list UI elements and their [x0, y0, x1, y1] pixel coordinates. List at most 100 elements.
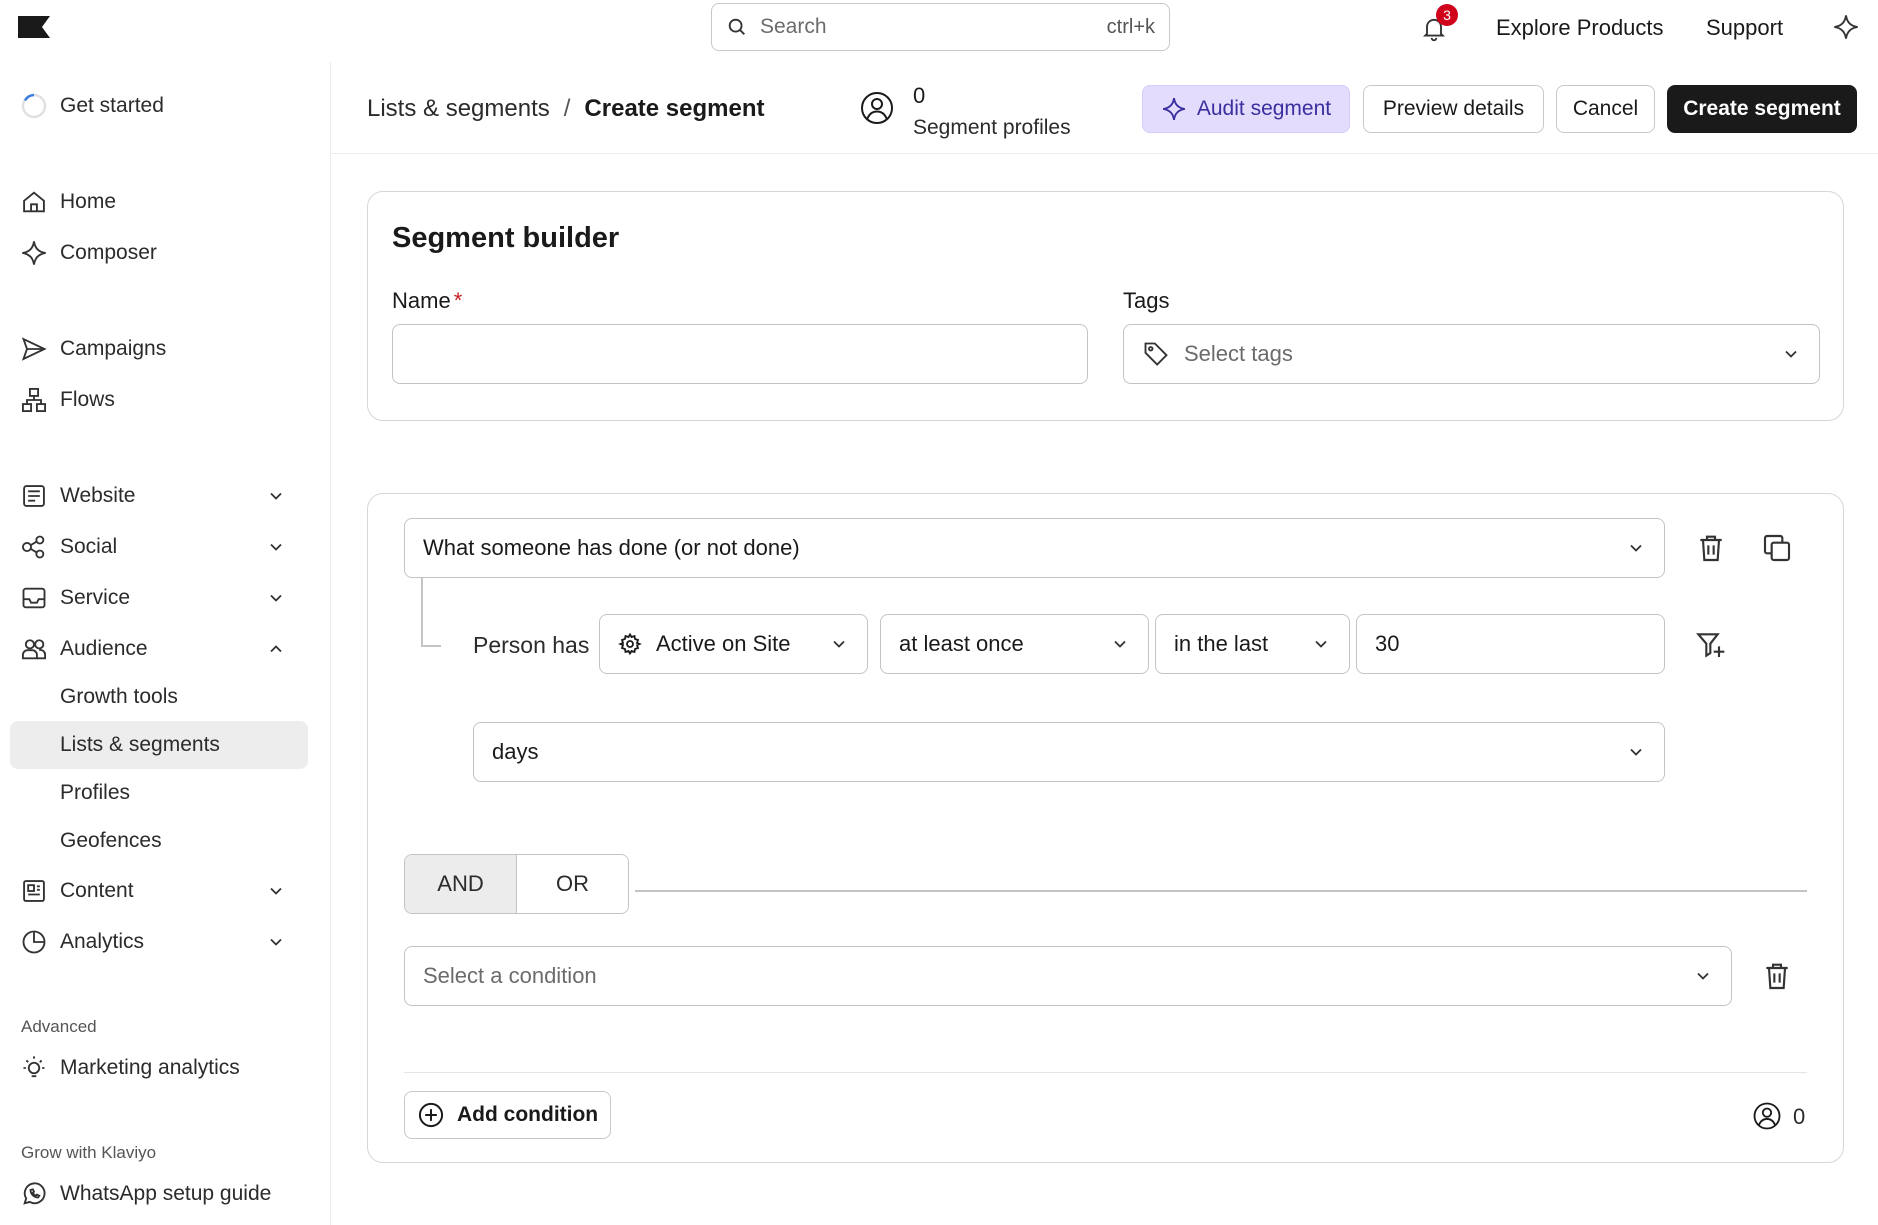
amount-value[interactable]: 30	[1375, 631, 1399, 657]
sidebar-item-marketing-analytics[interactable]: Marketing analytics	[10, 1044, 308, 1092]
page-title: Create segment	[584, 95, 765, 122]
tree-connector	[421, 578, 423, 646]
klaviyo-logo-icon[interactable]	[18, 16, 50, 38]
ai-sparkle-icon[interactable]	[1832, 13, 1860, 41]
name-input[interactable]	[411, 341, 1069, 367]
name-field-label: Name *	[392, 288, 462, 314]
audit-segment-button[interactable]: Audit segment	[1142, 85, 1350, 133]
breadcrumb-lists-segments[interactable]: Lists & segments	[367, 95, 550, 123]
sidebar-item-flows[interactable]: Flows	[10, 376, 308, 424]
breadcrumb-separator: /	[563, 95, 571, 122]
sidebar-item-label: Composer	[60, 241, 157, 264]
sidebar-item-growth-tools[interactable]: Growth tools	[10, 673, 308, 721]
amount-field[interactable]: 30	[1356, 614, 1665, 674]
delete-condition-icon[interactable]	[1761, 960, 1793, 992]
sidebar: Get started Home Composer Campaigns Flow…	[0, 62, 330, 1225]
person-has-label: Person has	[473, 632, 590, 658]
time-unit-select[interactable]: days	[473, 722, 1665, 782]
sidebar-item-analytics[interactable]: Analytics	[10, 918, 308, 966]
and-toggle-button[interactable]: AND	[405, 855, 517, 913]
section-label-advanced: Advanced	[21, 1017, 97, 1036]
sidebar-item-audience[interactable]: Audience	[10, 625, 308, 673]
sidebar-item-website[interactable]: Website	[10, 472, 308, 520]
header-divider	[331, 153, 1878, 154]
chevron-down-icon	[1781, 344, 1801, 364]
sidebar-item-geofences[interactable]: Geofences	[10, 817, 308, 865]
segment-profiles-label: Segment profiles	[913, 116, 1071, 139]
sidebar-item-get-started[interactable]: Get started	[10, 82, 308, 130]
sidebar-item-label: Flows	[60, 388, 115, 411]
sidebar-item-label: Get started	[60, 94, 164, 117]
sidebar-item-profiles[interactable]: Profiles	[10, 769, 308, 817]
tags-placeholder: Select tags	[1184, 341, 1293, 366]
add-condition-button[interactable]: Add condition	[404, 1091, 611, 1139]
add-condition-label: Add condition	[457, 1103, 599, 1126]
cancel-button[interactable]: Cancel	[1556, 85, 1655, 133]
home-icon	[20, 188, 48, 216]
sparkle-icon	[20, 239, 48, 267]
sidebar-divider	[330, 62, 331, 1225]
chevron-down-icon	[1311, 634, 1331, 654]
chevron-down-icon	[1110, 634, 1130, 654]
select-condition-dropdown[interactable]: Select a condition	[404, 946, 1732, 1006]
preview-details-button[interactable]: Preview details	[1363, 85, 1544, 133]
footer-divider	[404, 1072, 1807, 1073]
sidebar-item-social[interactable]: Social	[10, 523, 308, 571]
sidebar-item-label: Website	[60, 484, 136, 507]
inbox-icon	[20, 584, 48, 612]
metric-select[interactable]: Active on Site	[599, 614, 868, 674]
chevron-down-icon	[266, 486, 286, 506]
or-toggle-button[interactable]: OR	[517, 855, 628, 913]
tree-connector	[421, 645, 441, 647]
search-input[interactable]	[760, 15, 1107, 39]
progress-spinner-icon	[20, 92, 48, 120]
chevron-down-icon	[1626, 538, 1646, 558]
condition-placeholder: Select a condition	[423, 963, 597, 988]
condition-type-value: What someone has done (or not done)	[423, 535, 800, 560]
chevron-down-icon	[266, 588, 286, 608]
and-or-toggle: AND OR	[404, 854, 629, 914]
timeframe-select[interactable]: in the last	[1155, 614, 1350, 674]
search-icon	[726, 16, 748, 38]
condition-divider	[635, 890, 1807, 892]
conditions-card	[367, 493, 1844, 1163]
website-icon	[20, 482, 48, 510]
sidebar-item-campaigns[interactable]: Campaigns	[10, 325, 308, 373]
sidebar-item-label: Marketing analytics	[60, 1056, 240, 1079]
sidebar-item-label: Analytics	[60, 930, 145, 953]
delete-condition-icon[interactable]	[1695, 532, 1727, 564]
sidebar-item-label: WhatsApp setup guide	[60, 1182, 272, 1205]
sidebar-item-composer[interactable]: Composer	[10, 229, 308, 277]
condition-profile-count: 0	[1793, 1104, 1806, 1129]
condition-type-select[interactable]: What someone has done (or not done)	[404, 518, 1665, 578]
frequency-value: at least once	[899, 631, 1024, 656]
sidebar-item-whatsapp-guide[interactable]: WhatsApp setup guide	[10, 1170, 308, 1218]
tags-select[interactable]: Select tags	[1123, 324, 1820, 384]
sidebar-item-content[interactable]: Content	[10, 867, 308, 915]
sidebar-item-lists-segments[interactable]: Lists & segments	[10, 721, 308, 769]
sidebar-item-service[interactable]: Service	[10, 574, 308, 622]
plus-circle-icon	[417, 1101, 445, 1129]
create-segment-button[interactable]: Create segment	[1667, 85, 1857, 133]
name-field[interactable]	[392, 324, 1088, 384]
time-unit-value: days	[492, 739, 539, 764]
sidebar-item-label: Campaigns	[60, 337, 167, 360]
chevron-down-icon	[829, 634, 849, 654]
duplicate-condition-icon[interactable]	[1761, 532, 1793, 564]
support-link[interactable]: Support	[1706, 15, 1783, 41]
sidebar-item-home[interactable]: Home	[10, 178, 308, 226]
audit-segment-label: Audit segment	[1196, 97, 1332, 120]
sparkle-icon	[1161, 96, 1187, 122]
lightbulb-icon	[20, 1054, 48, 1082]
breadcrumb: Lists & segments / Create segment	[367, 95, 765, 123]
flows-icon	[20, 386, 48, 414]
sidebar-item-label: Home	[60, 190, 117, 213]
gear-icon	[618, 632, 642, 656]
global-search[interactable]: ctrl+k	[711, 3, 1170, 51]
frequency-select[interactable]: at least once	[880, 614, 1149, 674]
explore-products-link[interactable]: Explore Products	[1496, 15, 1664, 41]
add-filter-icon[interactable]	[1695, 629, 1727, 661]
chevron-down-icon	[1693, 966, 1713, 986]
chevron-down-icon	[266, 537, 286, 557]
content-icon	[20, 877, 48, 905]
